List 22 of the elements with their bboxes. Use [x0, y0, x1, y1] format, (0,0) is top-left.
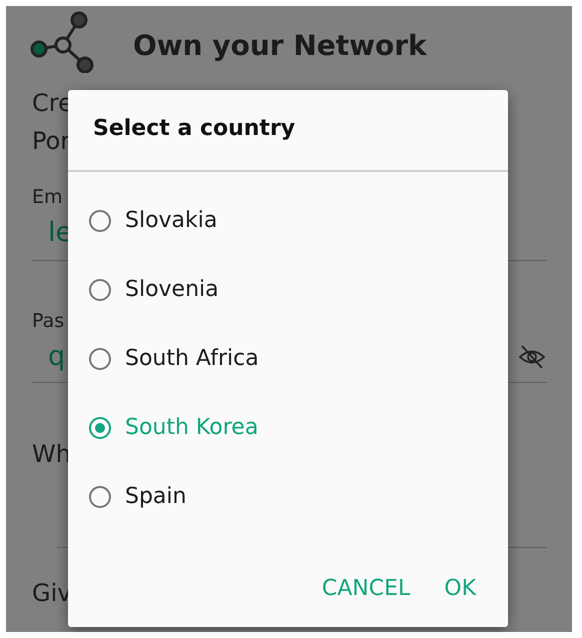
question-text: Wh — [32, 440, 71, 468]
field-label: Em — [32, 185, 63, 210]
dialog-title: Select a country — [68, 90, 508, 172]
radio-button[interactable] — [89, 486, 111, 508]
field-value[interactable]: q — [48, 339, 66, 375]
radio-button[interactable] — [89, 278, 111, 300]
dialog-button[interactable]: OK — [434, 568, 486, 609]
radio-button[interactable] — [89, 348, 111, 370]
network-nodes-icon — [30, 11, 96, 73]
country-option[interactable]: South Korea — [68, 393, 508, 462]
radio-button[interactable] — [89, 210, 111, 232]
intro-text: Por — [32, 126, 70, 157]
country-option[interactable]: Slovakia — [68, 186, 508, 255]
app-title: Own your Network — [133, 28, 427, 62]
country-option[interactable]: South Africa — [68, 324, 508, 393]
eye-slash-icon[interactable] — [518, 345, 546, 369]
country-option[interactable]: Spain — [68, 462, 508, 531]
radio-button[interactable] — [89, 416, 111, 438]
field-label: Pas — [32, 309, 64, 334]
dialog-button[interactable]: CANCEL — [312, 568, 420, 609]
question-text: Giv — [32, 579, 72, 607]
country-option[interactable]: Slovenia — [68, 255, 508, 324]
